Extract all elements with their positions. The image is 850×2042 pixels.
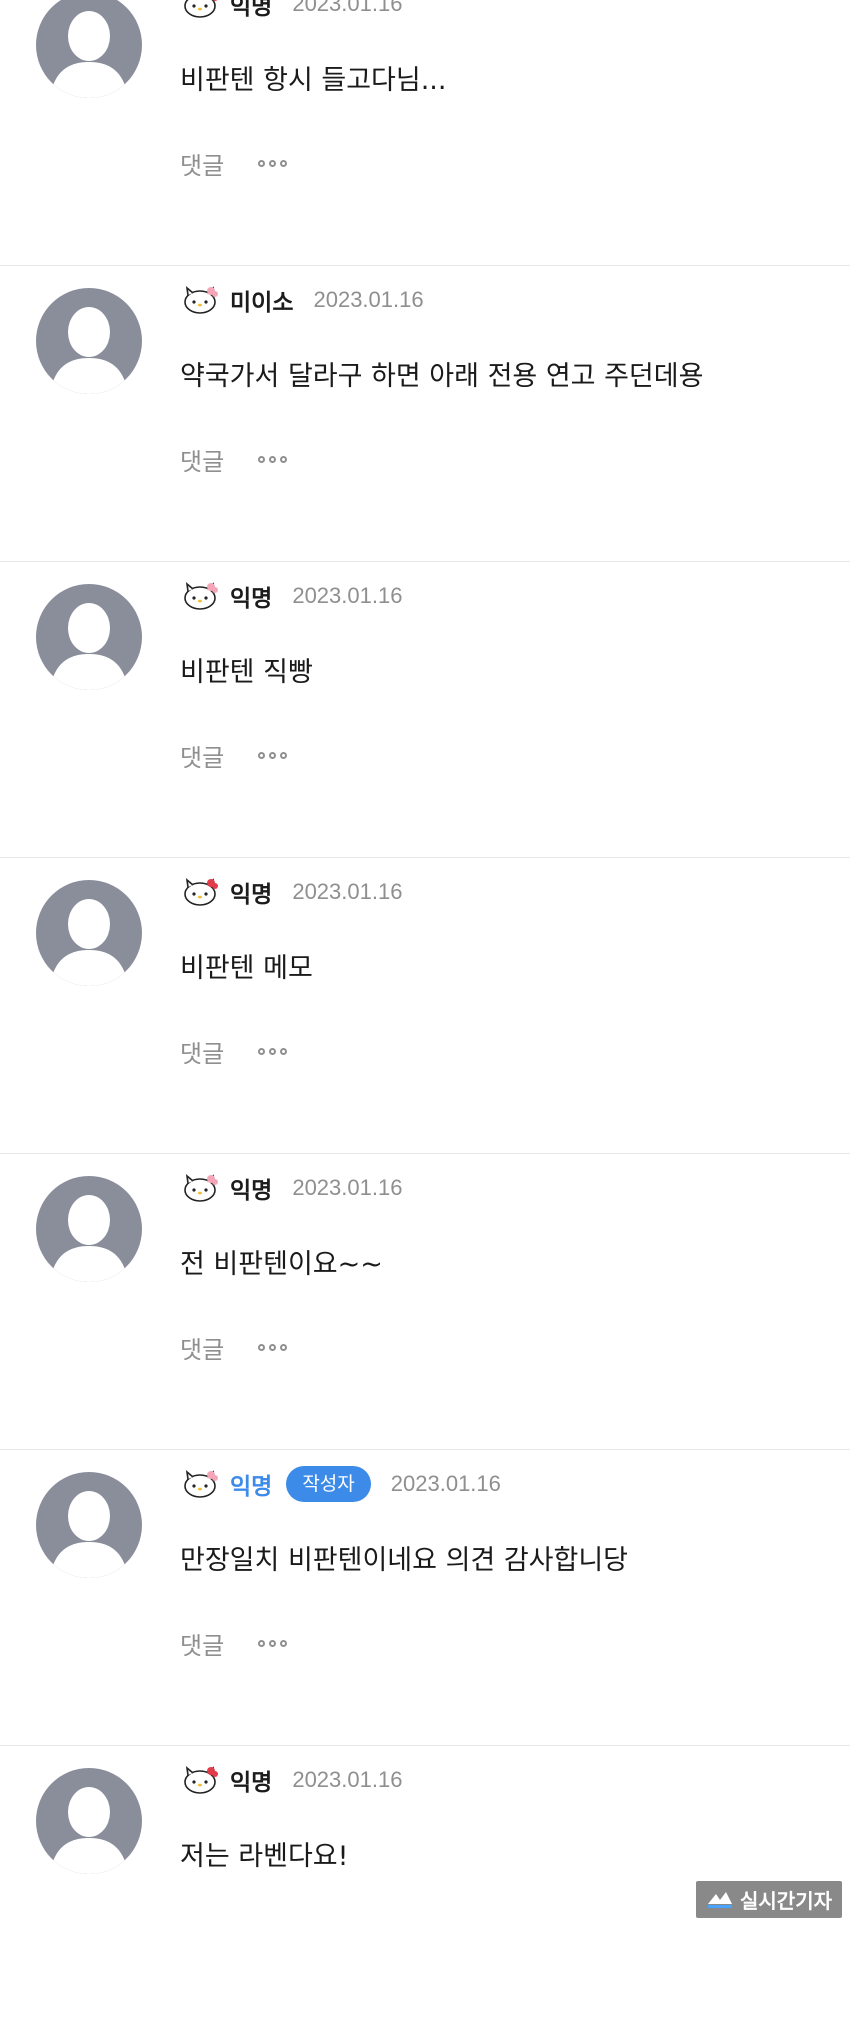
avatar-icon[interactable]: [36, 584, 142, 690]
nickname[interactable]: 익명: [230, 1763, 272, 1797]
hello-kitty-icon: [182, 581, 220, 611]
watermark: 실시간기자: [696, 1881, 842, 1918]
comment-date: 2023.01.16: [390, 1471, 501, 1496]
comment-header: 미이소 2023.01.16: [182, 276, 424, 324]
comment-header: 익명 작성자 2023.01.16: [182, 1460, 501, 1508]
comment-header: 익명 2023.01.16: [182, 0, 402, 28]
comment-date: 2023.01.16: [292, 0, 403, 16]
comment-header: 익명 2023.01.16: [182, 868, 402, 916]
reply-button[interactable]: 댓글: [180, 738, 224, 773]
comment-item: 익명 2023.01.16 비판텐 메모 댓글: [0, 858, 850, 1154]
comment-actions: 댓글: [180, 1034, 288, 1069]
comment-actions: 댓글: [180, 442, 288, 477]
comment-text: 약국가서 달라구 하면 아래 전용 연고 주던데용: [180, 361, 704, 392]
reply-button[interactable]: 댓글: [180, 1330, 224, 1365]
comment-text: 전 비판텐이요~~: [180, 1249, 383, 1280]
hello-kitty-icon: [182, 1765, 220, 1795]
avatar-icon[interactable]: [36, 0, 142, 98]
comment-date: 2023.01.16: [292, 583, 403, 608]
avatar-icon[interactable]: [36, 288, 142, 394]
avatar-icon[interactable]: [36, 1472, 142, 1578]
comment-text: 저는 라벤다요!: [180, 1841, 349, 1872]
more-dots-icon[interactable]: [258, 448, 288, 472]
hello-kitty-icon: [182, 285, 220, 315]
avatar-icon[interactable]: [36, 880, 142, 986]
nickname[interactable]: 익명: [230, 1467, 272, 1501]
comment-text: 비판텐 항시 들고다님...: [180, 65, 447, 96]
hello-kitty-icon: [182, 1173, 220, 1203]
comment-item: 익명 2023.01.16 전 비판텐이요~~ 댓글: [0, 1154, 850, 1450]
comment-text: 비판텐 직빵: [180, 657, 313, 688]
hello-kitty-icon: [182, 877, 220, 907]
avatar-icon[interactable]: [36, 1768, 142, 1874]
comment-text: 만장일치 비판텐이네요 의견 감사합니당: [180, 1545, 629, 1576]
more-dots-icon[interactable]: [258, 1040, 288, 1064]
comment-header: 익명 2023.01.16: [182, 572, 402, 620]
reply-button[interactable]: 댓글: [180, 1034, 224, 1069]
comment-header: 익명 2023.01.16: [182, 1164, 402, 1212]
comment-item: 익명 2023.01.16 비판텐 직빵 댓글: [0, 562, 850, 858]
comment-date: 2023.01.16: [292, 1175, 403, 1200]
reply-button[interactable]: 댓글: [180, 146, 224, 181]
comment-item: 미이소 2023.01.16 약국가서 달라구 하면 아래 전용 연고 주던데용…: [0, 266, 850, 562]
nickname[interactable]: 익명: [230, 1171, 272, 1205]
comment-date: 2023.01.16: [292, 879, 403, 904]
comment-date: 2023.01.16: [292, 1767, 403, 1792]
more-dots-icon[interactable]: [258, 152, 288, 176]
more-dots-icon[interactable]: [258, 1632, 288, 1656]
nickname[interactable]: 익명: [230, 0, 272, 21]
author-badge: 작성자: [286, 1466, 371, 1502]
reply-button[interactable]: 댓글: [180, 1626, 224, 1661]
nickname[interactable]: 익명: [230, 579, 272, 613]
comment-actions: 댓글: [180, 1330, 288, 1365]
comment-item-author: 익명 작성자 2023.01.16 만장일치 비판텐이네요 의견 감사합니당 댓…: [0, 1450, 850, 1746]
comment-actions: 댓글: [180, 146, 288, 181]
comment-text: 비판텐 메모: [180, 953, 313, 984]
more-dots-icon[interactable]: [258, 744, 288, 768]
comment-actions: 댓글: [180, 738, 288, 773]
comment-header: 익명 2023.01.16: [182, 1756, 402, 1804]
nickname[interactable]: 미이소: [230, 283, 293, 317]
nickname[interactable]: 익명: [230, 875, 272, 909]
reply-button[interactable]: 댓글: [180, 442, 224, 477]
comment-actions: 댓글: [180, 1626, 288, 1661]
hello-kitty-icon: [182, 0, 220, 19]
watermark-logo-icon: [708, 1891, 732, 1908]
comment-item: 익명 2023.01.16 비판텐 항시 들고다님... 댓글: [0, 0, 850, 266]
comment-date: 2023.01.16: [313, 287, 424, 312]
avatar-icon[interactable]: [36, 1176, 142, 1282]
more-dots-icon[interactable]: [258, 1336, 288, 1360]
hello-kitty-icon: [182, 1469, 220, 1499]
watermark-text: 실시간기자: [740, 1889, 832, 1913]
